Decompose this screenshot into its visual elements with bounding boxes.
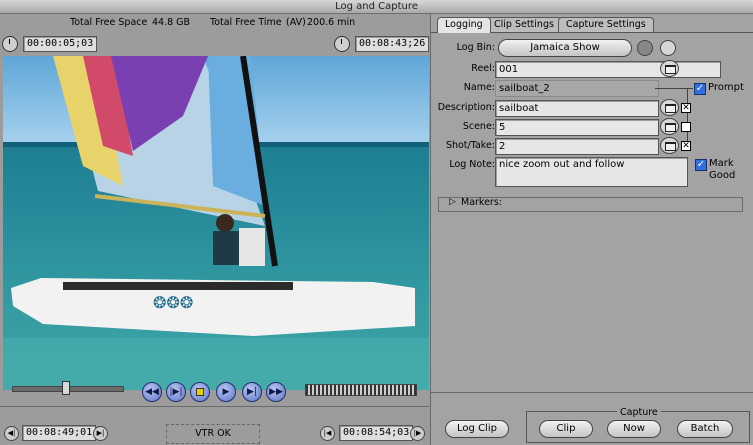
capture-now-button[interactable]: Now bbox=[607, 420, 661, 438]
vtr-status: VTR OK bbox=[166, 424, 260, 444]
go-to-in-icon[interactable]: ▶| bbox=[93, 426, 108, 441]
scene-include-checkbox[interactable] bbox=[681, 122, 691, 132]
free-time-label: Total Free Time bbox=[210, 17, 282, 28]
reel-slate-icon[interactable] bbox=[660, 60, 679, 77]
rewind-button[interactable]: ◀◀ bbox=[142, 382, 162, 402]
mark-good-checkbox[interactable]: ✓ bbox=[695, 159, 707, 171]
tab-capture-settings[interactable]: Capture Settings bbox=[558, 17, 654, 32]
markers-label: Markers: bbox=[461, 197, 502, 208]
mark-out-icon[interactable]: |▶ bbox=[410, 426, 425, 441]
play-button[interactable]: ▶ bbox=[216, 382, 236, 402]
scene-slate-icon[interactable] bbox=[660, 118, 679, 135]
go-to-out-icon[interactable]: |◀ bbox=[320, 426, 335, 441]
mark-good-label-2: Good bbox=[709, 170, 736, 181]
divider bbox=[0, 406, 429, 407]
hull-graphic: ❂❂❂ bbox=[153, 293, 193, 312]
capture-clip-button[interactable]: Clip bbox=[539, 420, 593, 438]
name-field[interactable]: sailboat_2 bbox=[495, 80, 659, 97]
capture-group-label: Capture bbox=[617, 407, 661, 418]
shot-take-label: Shot/Take: bbox=[445, 140, 495, 151]
out-point-timecode[interactable]: 00:08:54;03 bbox=[339, 425, 414, 441]
prompt-label: Prompt bbox=[708, 82, 744, 93]
video-preview: ❂❂❂ bbox=[3, 56, 429, 390]
play-around-current-button[interactable]: ▶| bbox=[242, 382, 262, 402]
description-include-checkbox[interactable]: ✕ bbox=[681, 103, 691, 113]
description-field[interactable]: sailboat bbox=[495, 100, 659, 117]
reel-label: Reel: bbox=[471, 63, 495, 74]
description-slate-icon[interactable] bbox=[660, 99, 679, 116]
in-point-timecode[interactable]: 00:08:49;01 bbox=[22, 425, 97, 441]
log-clip-button[interactable]: Log Clip bbox=[445, 420, 509, 438]
prompt-checkbox[interactable]: ✓ bbox=[694, 83, 706, 95]
reel-field[interactable]: 001 bbox=[495, 61, 721, 78]
mark-in-icon[interactable]: ◀| bbox=[4, 426, 19, 441]
markers-section[interactable]: ▷ Markers: bbox=[438, 197, 743, 212]
viewer-panel: Total Free Space 44.8 GB Total Free Time… bbox=[0, 14, 430, 445]
markers-disclosure-triangle-icon[interactable]: ▷ bbox=[449, 197, 456, 207]
capture-batch-button[interactable]: Batch bbox=[677, 420, 733, 438]
shot-take-field[interactable]: 2 bbox=[495, 138, 659, 155]
play-in-to-out-button[interactable]: |▶| bbox=[166, 382, 186, 402]
shuttle-handle[interactable] bbox=[62, 381, 70, 395]
tab-clip-settings[interactable]: Clip Settings bbox=[486, 17, 562, 32]
duration-timecode[interactable]: 00:00:05;03 bbox=[23, 36, 98, 52]
divider bbox=[431, 392, 753, 393]
stop-button[interactable] bbox=[190, 382, 210, 402]
current-clock-icon bbox=[334, 36, 350, 52]
log-note-label: Log Note: bbox=[449, 159, 495, 170]
current-timecode[interactable]: 00:08:43;26 bbox=[355, 36, 430, 52]
log-note-field[interactable]: nice zoom out and follow bbox=[495, 157, 688, 187]
new-bin-folder-icon[interactable] bbox=[660, 40, 676, 56]
log-bin-label: Log Bin: bbox=[456, 42, 495, 53]
sailboat-video-frame: ❂❂❂ bbox=[3, 56, 429, 390]
jog-control[interactable] bbox=[305, 384, 417, 396]
free-space-value: 44.8 GB bbox=[152, 17, 191, 28]
logging-panel: Logging Clip Settings Capture Settings L… bbox=[430, 14, 753, 445]
description-label: Description: bbox=[437, 102, 495, 113]
log-bin-button[interactable]: Jamaica Show bbox=[498, 39, 632, 57]
bin-up-icon[interactable] bbox=[637, 40, 653, 56]
fast-forward-button[interactable]: ▶▶ bbox=[266, 382, 286, 402]
name-label: Name: bbox=[463, 82, 495, 93]
scene-field[interactable]: 5 bbox=[495, 119, 659, 136]
shot-take-include-checkbox[interactable]: ✕ bbox=[681, 141, 691, 151]
window-title: Log and Capture bbox=[0, 0, 753, 14]
scene-label: Scene: bbox=[462, 121, 495, 132]
free-time-value: 200.6 min bbox=[307, 17, 356, 28]
name-link-vertical bbox=[687, 88, 688, 148]
duration-clock-icon bbox=[2, 36, 18, 52]
free-space-label: Total Free Space bbox=[70, 17, 148, 28]
free-time-mode: (AV) bbox=[286, 17, 306, 28]
tab-logging[interactable]: Logging bbox=[437, 17, 491, 33]
shot-take-slate-icon[interactable] bbox=[660, 137, 679, 154]
mark-good-label-1: Mark bbox=[709, 158, 734, 169]
